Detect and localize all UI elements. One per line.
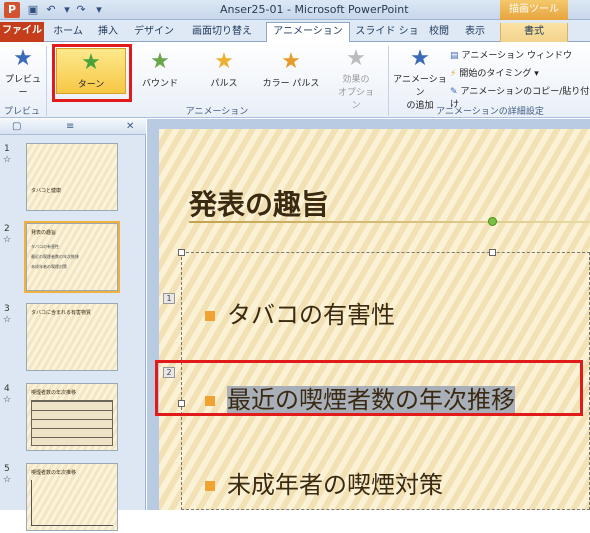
undo-icon[interactable]: ↶ [44, 3, 58, 17]
tab-file[interactable]: ファイル [0, 22, 44, 42]
slide-thumb-row-1[interactable]: 1 ☆ タバコと健康 [0, 141, 146, 213]
animation-window-button[interactable]: ▤ アニメーション ウィンドウ [450, 48, 572, 61]
add-animation-star-icon: ★ [410, 46, 430, 71]
title-bar: P ▣ ↶ ▾ ↷ ▾ Anser25-01 - Microsoft Power… [0, 0, 590, 20]
ribbon-animations: ★ プレビュー プレビュー ★ ターン ★ バウンド ★ パルス ★ カラー パ… [0, 42, 590, 130]
thumb-table [31, 400, 113, 446]
slide-canvas[interactable]: 発表の趣旨 1 2 タバコの有害性 最近の喫煙者数の年次推移 未成年者の喫煙対策 [159, 129, 590, 510]
preview-button[interactable]: ★ プレビュー [4, 46, 42, 98]
group-separator [388, 46, 389, 116]
slide-title[interactable]: 発表の趣旨 [189, 183, 329, 223]
save-icon[interactable]: ▣ [26, 3, 40, 17]
star-pulse-icon: ★ [214, 49, 234, 74]
star-color-pulse-icon: ★ [281, 49, 301, 74]
pane-header: ▢ ≡ ✕ [0, 119, 146, 135]
undo-dropdown-icon[interactable]: ▾ [60, 3, 74, 17]
bullet-item[interactable]: 未成年者の喫煙対策 [205, 465, 443, 500]
tab-insert[interactable]: 挿入 [92, 23, 124, 42]
resize-handle-top[interactable] [489, 249, 496, 256]
slide-number: 3 [4, 304, 10, 314]
animation-window-icon: ▤ [450, 51, 459, 61]
slide-thumbnail[interactable]: タバコに含まれる有害物質 [26, 303, 118, 371]
start-timing-button[interactable]: ⚡ 開始のタイミング ▾ [450, 66, 539, 79]
slide-thumb-row-2[interactable]: 2 ☆ 発表の趣旨 タバコの有害性 最近の喫煙者数の年次推移 未成年者の喫煙対策 [0, 221, 146, 293]
thumb-bullet: タバコの有害性 [31, 244, 59, 249]
tab-animations[interactable]: アニメーション [266, 22, 350, 42]
group-separator [46, 46, 47, 116]
animation-group-label: アニメーション [185, 107, 249, 117]
tab-view[interactable]: 表示 [458, 23, 492, 42]
animation-star-icon: ☆ [3, 155, 12, 165]
slides-thumbnail-pane: ▢ ≡ ✕ 1 ☆ タバコと健康 2 ☆ 発表の趣旨 タバコの有害性 最近の喫煙… [0, 119, 146, 531]
thumb-chart [31, 480, 113, 526]
window-title: Anser25-01 - Microsoft PowerPoint [220, 3, 409, 16]
animation-order-tag[interactable]: 1 [163, 293, 175, 304]
rotation-handle[interactable] [488, 217, 497, 226]
thumb-title: タバコに含まれる有害物質 [31, 310, 92, 316]
slide-thumbnail[interactable]: タバコと健康 [26, 143, 118, 211]
bullet-item[interactable]: タバコの有害性 [205, 295, 395, 330]
tab-review[interactable]: 校閲 [424, 23, 454, 42]
effect-options-star-icon: ★ [346, 46, 366, 71]
lightning-icon: ⚡ [450, 69, 457, 79]
slide-number: 2 [4, 224, 10, 234]
slide-thumbnail-selected[interactable]: 発表の趣旨 タバコの有害性 最近の喫煙者数の年次推移 未成年者の喫煙対策 [24, 221, 120, 293]
star-bounce-icon: ★ [150, 49, 170, 74]
animation-star-icon: ☆ [3, 395, 12, 405]
slide-number: 1 [4, 144, 10, 154]
resize-handle-tl[interactable] [178, 249, 185, 256]
animation-star-icon: ☆ [3, 475, 12, 485]
add-animation-button[interactable]: ★ アニメーション の追加 [392, 46, 448, 111]
animation-star-icon: ☆ [3, 235, 12, 245]
bullet-marker [205, 311, 215, 321]
tab-home[interactable]: ホーム [48, 23, 88, 42]
outline-tab-icon[interactable]: ≡ [66, 121, 74, 132]
slides-tab-icon[interactable]: ▢ [12, 121, 21, 132]
slide-number: 5 [4, 464, 10, 474]
animation-turn-button[interactable]: ★ ターン [56, 48, 126, 94]
powerpoint-app-icon[interactable]: P [4, 2, 20, 18]
effect-options-button[interactable]: ★ 効果の オプション [334, 46, 378, 111]
animation-color-pulse-button[interactable]: ★ カラー パルス [256, 48, 326, 92]
ribbon-tab-bar: ファイル ホーム 挿入 デザイン 画面切り替え アニメーション スライド ショー… [0, 20, 590, 55]
slide-thumb-row-3[interactable]: 3 ☆ タバコに含まれる有害物質 [0, 301, 146, 373]
slide-editor-area: 発表の趣旨 1 2 タバコの有害性 最近の喫煙者数の年次推移 未成年者の喫煙対策 [147, 119, 590, 510]
thumb-bullet: 最近の喫煙者数の年次推移 [31, 254, 79, 259]
animation-star-icon: ☆ [3, 315, 12, 325]
slide-thumb-row-5[interactable]: 5 ☆ 喫煙者数の年次推移 [0, 461, 146, 533]
tab-slideshow[interactable]: スライド ショー [354, 23, 420, 55]
animation-painter-icon: ✎ [450, 87, 458, 97]
thumb-title: 喫煙者数の年次推移 [31, 390, 77, 396]
thumb-title: 発表の趣旨 [31, 230, 57, 236]
thumb-bullet: 未成年者の喫煙対策 [31, 264, 67, 269]
close-pane-icon[interactable]: ✕ [126, 121, 134, 132]
tab-format[interactable]: 書式 [500, 23, 568, 42]
title-underline [189, 221, 590, 223]
advanced-animation-group-label: アニメーションの詳細設定 [436, 107, 544, 117]
selected-bullet-highlight-box [155, 360, 583, 416]
drawing-tools-context-label: 描画ツール [500, 0, 568, 20]
tab-transitions[interactable]: 画面切り替え [184, 23, 260, 42]
preview-star-icon: ★ [13, 46, 33, 71]
animation-pulse-button[interactable]: ★ パルス [192, 48, 256, 92]
star-turn-icon: ★ [81, 50, 101, 75]
slide-number: 4 [4, 384, 10, 394]
animation-bounce-button[interactable]: ★ バウンド [128, 48, 192, 92]
tab-design[interactable]: デザイン [128, 23, 180, 42]
slide-thumb-row-4[interactable]: 4 ☆ 喫煙者数の年次推移 [0, 381, 146, 453]
thumb-title: 喫煙者数の年次推移 [31, 470, 77, 476]
slide-thumbnail[interactable]: 喫煙者数の年次推移 [26, 383, 118, 451]
customize-qat-icon[interactable]: ▾ [92, 3, 106, 17]
slide-thumbnail[interactable]: 喫煙者数の年次推移 [26, 463, 118, 531]
thumb-title: タバコと健康 [31, 188, 62, 194]
redo-icon[interactable]: ↷ [74, 3, 88, 17]
bullet-marker [205, 481, 215, 491]
